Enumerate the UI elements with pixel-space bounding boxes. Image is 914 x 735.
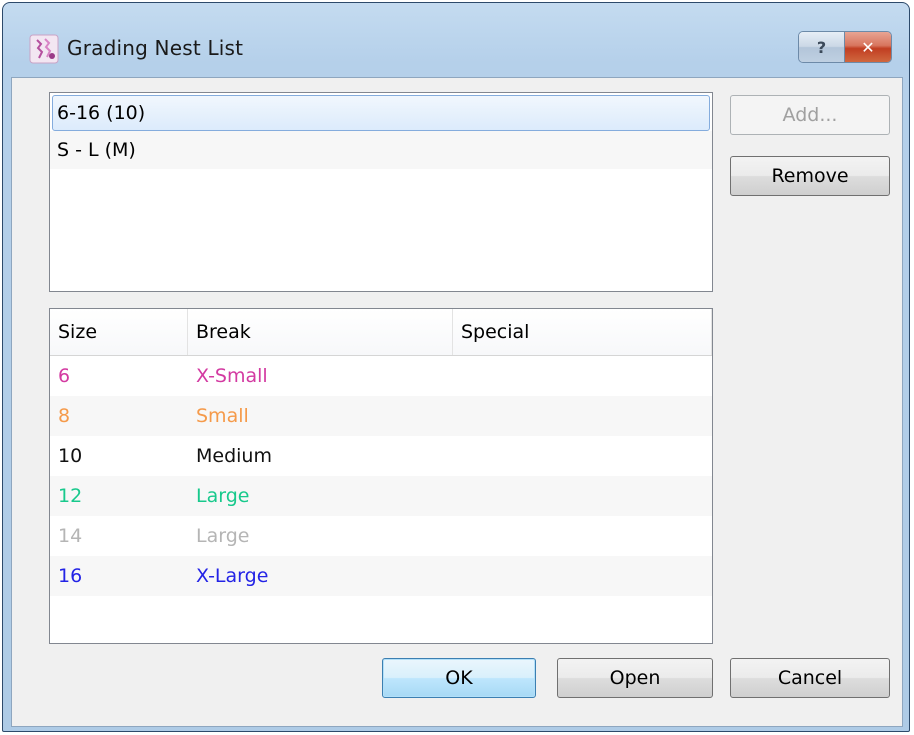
column-header-size[interactable]: Size: [50, 309, 188, 355]
table-row[interactable]: 6 X-Small: [50, 356, 712, 396]
window-title: Grading Nest List: [67, 36, 244, 60]
nest-list-item[interactable]: S - L (M): [50, 131, 712, 169]
column-header-break[interactable]: Break: [188, 309, 453, 355]
special-cell: [453, 476, 712, 516]
special-cell: [453, 516, 712, 556]
table-header: Size Break Special: [50, 309, 712, 356]
grading-app-icon: [29, 34, 59, 64]
size-table[interactable]: Size Break Special 6 X-Small 8 Small 10 Mediu…: [49, 308, 713, 644]
open-button[interactable]: Open: [557, 658, 713, 698]
size-cell: 6: [58, 365, 71, 387]
size-cell: 16: [58, 565, 83, 587]
ok-button[interactable]: OK: [382, 658, 536, 698]
help-button[interactable]: ?: [799, 32, 845, 62]
table-row[interactable]: 12 Large: [50, 476, 712, 516]
break-cell: Small: [196, 405, 249, 427]
nest-list-item[interactable]: 6-16 (10): [52, 95, 710, 131]
cancel-button[interactable]: Cancel: [730, 658, 890, 698]
special-cell: [453, 556, 712, 596]
close-button[interactable]: ✕: [845, 32, 891, 62]
dialog-client-area: 6-16 (10) S - L (M) Add... Remove Size B…: [11, 77, 903, 727]
caption-buttons: ? ✕: [798, 31, 892, 63]
table-row[interactable]: 14 Large: [50, 516, 712, 556]
table-row[interactable]: 8 Small: [50, 396, 712, 436]
close-icon: ✕: [861, 37, 875, 57]
special-cell: [453, 356, 712, 396]
table-row[interactable]: 10 Medium: [50, 436, 712, 476]
break-cell: Medium: [196, 445, 272, 467]
nest-list[interactable]: 6-16 (10) S - L (M): [49, 92, 713, 292]
dialog-window: Grading Nest List ? ✕ 6-16 (10) S - L (M…: [2, 2, 910, 732]
special-cell: [453, 396, 712, 436]
break-cell: Large: [196, 485, 250, 507]
break-cell: X-Small: [196, 365, 268, 387]
table-row[interactable]: 16 X-Large: [50, 556, 712, 596]
break-cell: Large: [196, 525, 250, 547]
table-body: 6 X-Small 8 Small 10 Medium 12 Large 14 Large 16 X-…: [50, 356, 712, 596]
size-cell: 8: [58, 405, 71, 427]
help-icon: ?: [816, 37, 827, 57]
remove-button[interactable]: Remove: [730, 156, 890, 196]
title-bar[interactable]: Grading Nest List ? ✕: [3, 3, 909, 87]
size-cell: 10: [58, 445, 83, 467]
size-cell: 14: [58, 525, 83, 547]
size-cell: 12: [58, 485, 83, 507]
special-cell: [453, 436, 712, 476]
add-button[interactable]: Add...: [730, 95, 890, 135]
break-cell: X-Large: [196, 565, 269, 587]
column-header-special[interactable]: Special: [453, 309, 712, 355]
